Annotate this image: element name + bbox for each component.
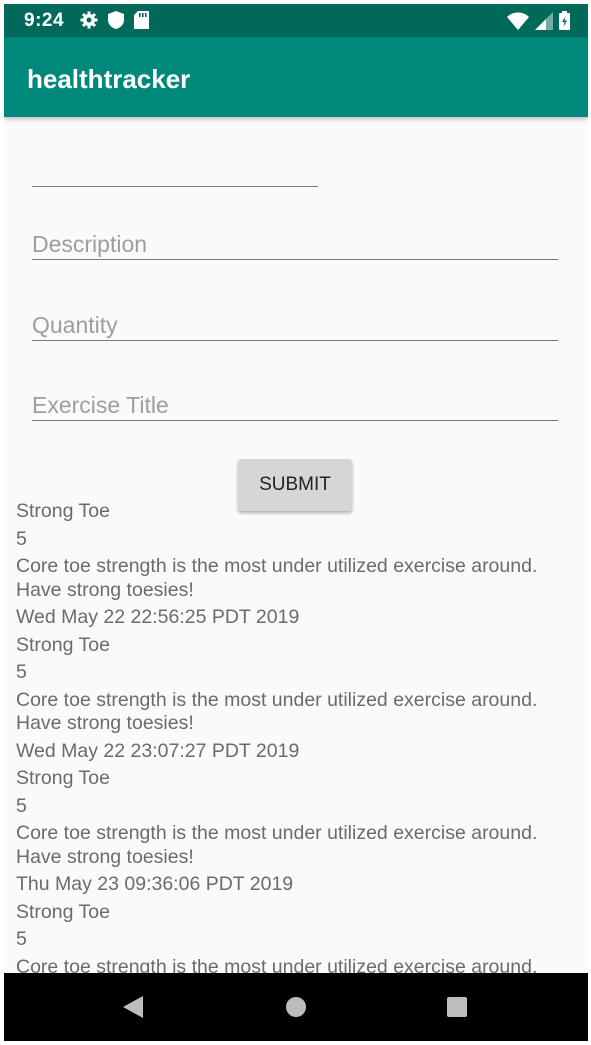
main-content: SUBMIT Strong Toe 5 Core toe strength is… — [4, 117, 588, 973]
entry-title: Strong Toe — [16, 633, 110, 656]
gear-icon — [80, 11, 98, 29]
entry-timestamp: Wed May 22 22:56:25 PDT 2019 — [16, 606, 300, 628]
status-icons-left — [80, 11, 149, 29]
quantity-field[interactable] — [32, 310, 558, 341]
exercise-title-input[interactable] — [32, 390, 558, 420]
list-item: Strong Toe 5 Core toe strength is the mo… — [16, 901, 576, 974]
entry-quantity: 5 — [16, 794, 27, 817]
entry-title: Strong Toe — [16, 767, 110, 789]
home-icon[interactable] — [285, 996, 307, 1018]
device-screen: 9:24 healthtracker Description Quantity … — [4, 4, 588, 1041]
back-icon[interactable] — [122, 995, 144, 1019]
entry-description: Core toe strength is the most under util… — [16, 555, 538, 601]
entry-quantity: 5 — [16, 661, 27, 683]
entry-quantity: 5 — [16, 928, 27, 950]
entry-timestamp: Wed May 22 23:07:27 PDT 2019 — [16, 739, 300, 762]
entry-description: Core toe strength is the most under util… — [16, 955, 538, 974]
entry-quantity: 5 — [16, 527, 27, 550]
recents-icon[interactable] — [446, 996, 468, 1018]
sd-card-icon — [134, 11, 149, 29]
app-bar: healthtracker — [4, 37, 588, 117]
list-item: Strong Toe 5 Core toe strength is the mo… — [16, 500, 576, 630]
status-bar: 9:24 — [4, 4, 588, 37]
app-title: healthtracker — [27, 64, 191, 94]
entry-description: Core toe strength is the most under util… — [16, 688, 538, 735]
shield-icon — [108, 11, 124, 29]
quantity-input[interactable] — [32, 310, 558, 340]
unlabeled-field[interactable] — [32, 156, 318, 187]
battery-icon — [559, 11, 570, 30]
unlabeled-input[interactable] — [32, 156, 318, 186]
exercise-title-field[interactable] — [32, 390, 558, 421]
entry-title: Strong Toe — [16, 500, 110, 522]
entry-timestamp: Thu May 23 09:36:06 PDT 2019 — [16, 873, 294, 895]
entry-title: Strong Toe — [16, 900, 110, 923]
list-item: Strong Toe 5 Core toe strength is the mo… — [16, 634, 576, 764]
status-time: 9:24 — [24, 10, 65, 31]
cell-signal-icon — [535, 11, 553, 30]
description-field[interactable] — [32, 229, 558, 260]
description-input[interactable] — [32, 229, 558, 259]
exercise-list: Strong Toe 5 Core toe strength is the mo… — [16, 500, 576, 973]
entry-description: Core toe strength is the most under util… — [16, 822, 538, 868]
wifi-icon — [507, 12, 529, 30]
list-item: Strong Toe 5 Core toe strength is the mo… — [16, 767, 576, 897]
status-icons-right — [507, 11, 570, 30]
navigation-bar — [4, 973, 588, 1041]
